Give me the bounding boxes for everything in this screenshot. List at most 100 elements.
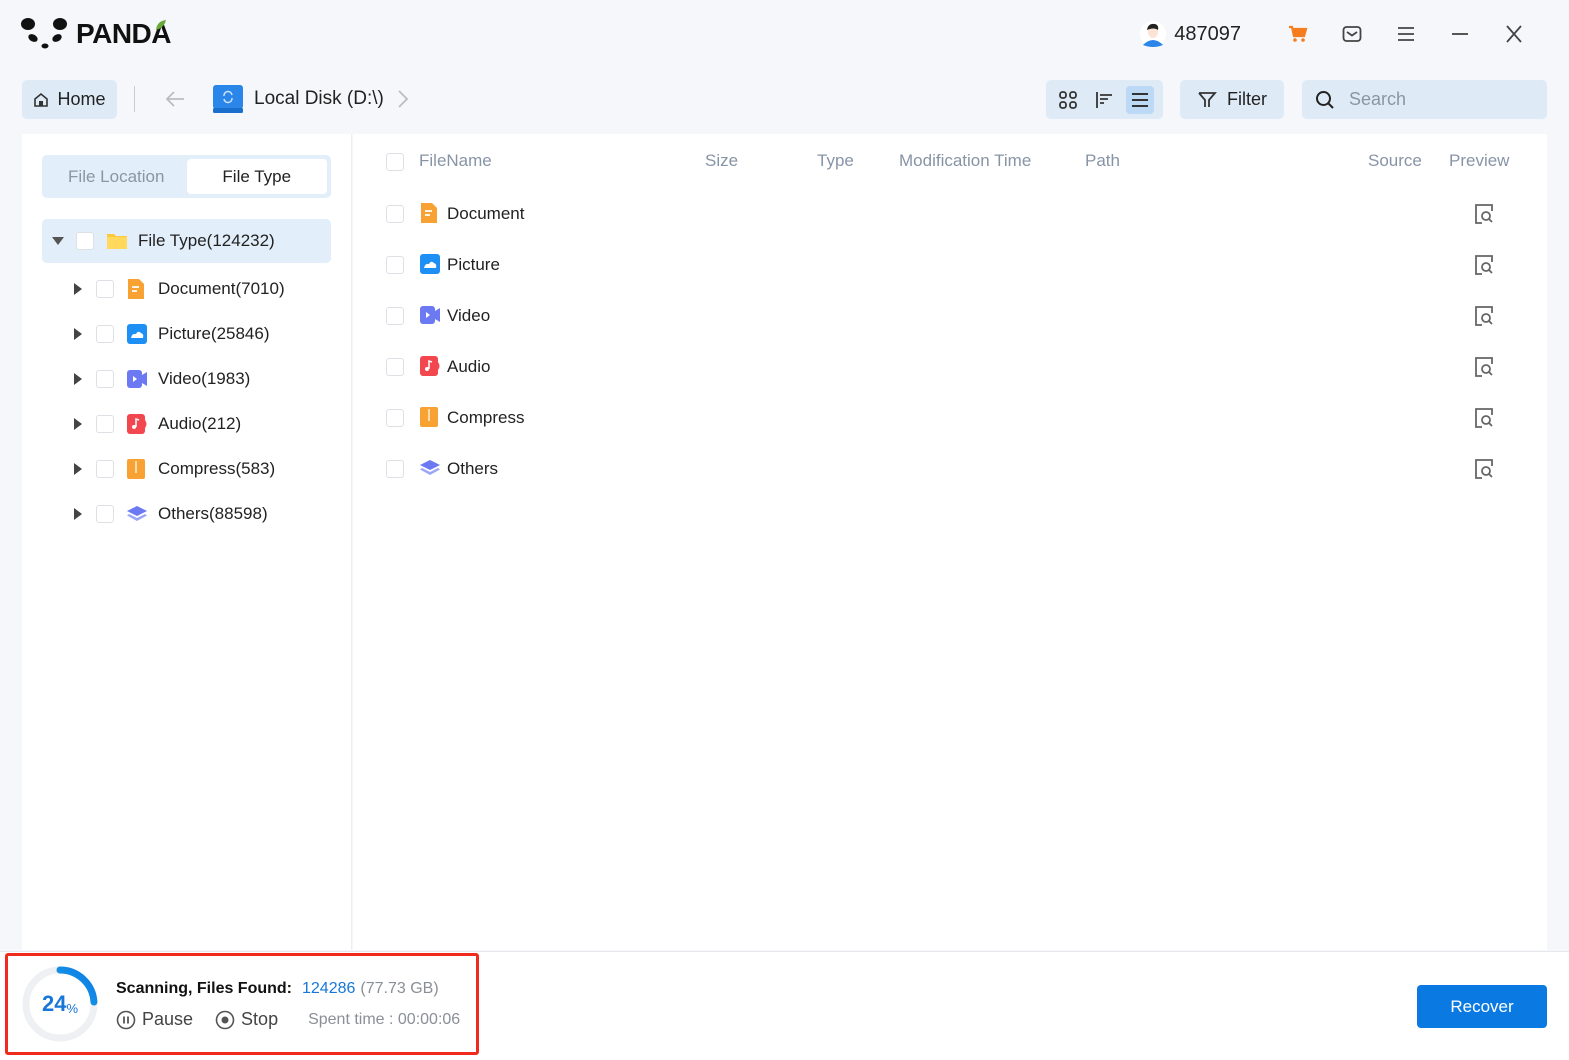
home-icon (34, 92, 49, 107)
view-mode-group (1046, 80, 1163, 119)
sidebar: File Location File Type File Type(124232… (22, 134, 352, 950)
column-type[interactable]: Type (817, 151, 854, 171)
home-button[interactable]: Home (22, 80, 117, 119)
column-size[interactable]: Size (705, 151, 738, 171)
search-input[interactable] (1349, 89, 1529, 110)
caret-right-icon[interactable] (74, 328, 82, 340)
table-row[interactable]: Video (353, 292, 1547, 343)
row-checkbox[interactable] (386, 358, 404, 376)
table-row[interactable]: Picture (353, 241, 1547, 292)
preview-icon[interactable] (1473, 356, 1495, 378)
pause-label: Pause (142, 1009, 194, 1029)
preview-icon[interactable] (1473, 407, 1495, 429)
search-box[interactable] (1302, 80, 1547, 119)
filter-icon (1198, 91, 1217, 107)
folder-icon (107, 234, 127, 249)
tree-item-checkbox[interactable] (96, 460, 114, 478)
preview-icon[interactable] (1473, 458, 1495, 480)
column-modification-time[interactable]: Modification Time (899, 151, 1031, 171)
select-all-checkbox[interactable] (386, 153, 404, 171)
cart-icon[interactable] (1287, 23, 1309, 45)
table-row[interactable]: Others (353, 445, 1547, 496)
sort-icon (1096, 91, 1112, 108)
user-id: 487097 (1174, 22, 1241, 45)
row-checkbox[interactable] (386, 409, 404, 427)
tree-item-compress[interactable]: Compress(583) (74, 454, 275, 484)
recover-button[interactable]: Recover (1417, 985, 1547, 1028)
column-filename[interactable]: FileName (419, 151, 492, 171)
pause-icon (116, 1010, 136, 1029)
table-row[interactable]: Document (353, 190, 1547, 241)
tree-item-others[interactable]: Others(88598) (74, 499, 268, 529)
compress-icon (126, 458, 148, 480)
row-checkbox[interactable] (386, 460, 404, 478)
minimize-icon[interactable] (1449, 23, 1471, 45)
breadcrumb-location[interactable]: Local Disk (D:\) (212, 83, 384, 115)
row-checkbox[interactable] (386, 256, 404, 274)
preview-icon[interactable] (1473, 254, 1495, 276)
row-checkbox[interactable] (386, 307, 404, 325)
tree-item-checkbox[interactable] (96, 370, 114, 388)
tree-item-checkbox[interactable] (96, 415, 114, 433)
panda-logo: PANDA (20, 14, 171, 54)
mail-icon[interactable] (1341, 23, 1363, 45)
caret-right-icon[interactable] (74, 373, 82, 385)
tree-item-checkbox[interactable] (96, 505, 114, 523)
files-found-count: 124286 (302, 980, 356, 997)
tree-root-checkbox[interactable] (76, 232, 94, 250)
tab-file-type[interactable]: File Type (186, 159, 327, 194)
back-arrow-icon[interactable] (164, 88, 186, 110)
search-icon (1316, 90, 1334, 109)
grid-icon (1059, 90, 1077, 109)
filter-button[interactable]: Filter (1180, 80, 1284, 119)
avatar-icon[interactable] (1140, 21, 1167, 47)
others-icon (126, 503, 148, 525)
table-row[interactable]: Compress (353, 394, 1547, 445)
stop-button[interactable]: Stop (215, 1009, 278, 1030)
tree-item-video[interactable]: Video(1983) (74, 364, 250, 394)
column-path[interactable]: Path (1085, 151, 1120, 171)
pause-button[interactable]: Pause (116, 1009, 193, 1030)
row-checkbox[interactable] (386, 205, 404, 223)
column-source[interactable]: Source (1368, 151, 1422, 171)
tree-item-document[interactable]: Document(7010) (74, 274, 285, 304)
caret-right-icon[interactable] (74, 508, 82, 520)
list-icon (1132, 92, 1148, 107)
navigation-bar: Home Local Disk (D:\) Filter (22, 80, 1547, 120)
tree-root-file-type[interactable]: File Type(124232) (42, 219, 331, 263)
leaf-icon (156, 20, 166, 30)
list-view-button[interactable] (1126, 85, 1154, 114)
row-filename: Compress (447, 408, 525, 427)
tab-file-location[interactable]: File Location (46, 159, 187, 194)
video-icon (126, 368, 148, 390)
row-filename: Picture (447, 255, 500, 274)
close-icon[interactable] (1503, 23, 1525, 45)
titlebar-controls: 487097 (1140, 18, 1541, 50)
spent-time: Spent time : 00:00:06 (308, 1010, 461, 1028)
grid-view-button[interactable] (1054, 86, 1082, 114)
caret-right-icon[interactable] (74, 283, 82, 295)
nav-divider (134, 86, 135, 112)
row-filename: Others (447, 459, 499, 478)
caret-right-icon[interactable] (74, 418, 82, 430)
document-icon (419, 202, 439, 229)
tree-item-label: Document(7010) (158, 279, 285, 298)
preview-icon[interactable] (1473, 305, 1495, 327)
tree-item-audio[interactable]: Audio(212) (74, 409, 241, 439)
picture-icon (419, 253, 441, 280)
caret-down-icon[interactable] (52, 237, 64, 245)
sidebar-tabs: File Location File Type (42, 155, 331, 198)
tree-item-picture[interactable]: Picture(25846) (74, 319, 270, 349)
percent-sign: % (66, 1000, 79, 1016)
sort-view-button[interactable] (1090, 86, 1118, 114)
menu-icon[interactable] (1395, 23, 1417, 45)
chevron-right-icon[interactable] (396, 89, 410, 109)
tree-item-checkbox[interactable] (96, 280, 114, 298)
panda-face-icon (21, 18, 67, 49)
tree-item-label: Audio(212) (158, 414, 242, 433)
percent-value: 24 (41, 991, 67, 1016)
table-row[interactable]: Audio (353, 343, 1547, 394)
preview-icon[interactable] (1473, 203, 1495, 225)
caret-right-icon[interactable] (74, 463, 82, 475)
tree-item-checkbox[interactable] (96, 325, 114, 343)
